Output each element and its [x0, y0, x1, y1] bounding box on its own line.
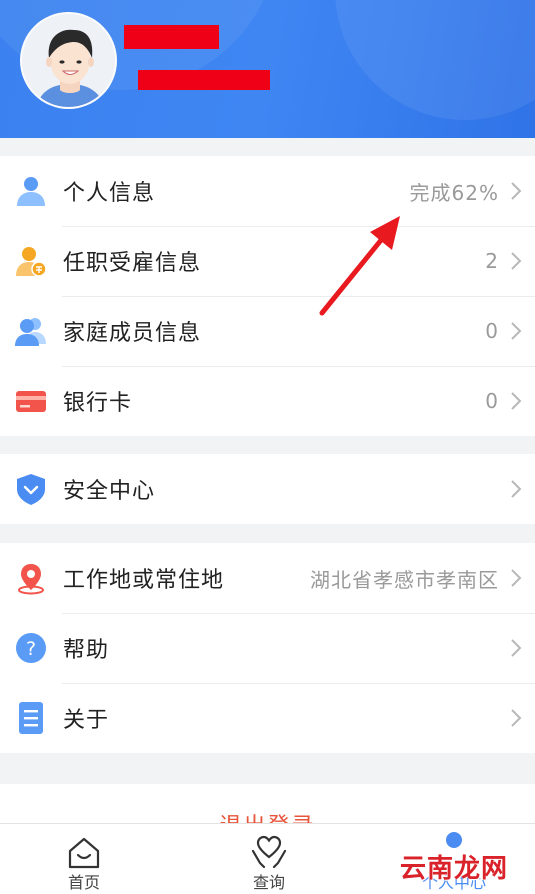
menu-item-about[interactable]: 关于 — [0, 683, 535, 753]
menu-group-security: 安全中心 — [0, 454, 535, 524]
tab-home[interactable]: 首页 — [24, 824, 144, 894]
tab-label: 首页 — [67, 873, 100, 892]
profile-header — [0, 0, 535, 138]
shield-icon — [14, 472, 48, 506]
help-icon: ? — [14, 631, 48, 665]
menu-item-label: 工作地或常住地 — [63, 568, 225, 593]
svg-text:?: ? — [26, 638, 36, 660]
menu-item-security-center[interactable]: 安全中心 — [0, 454, 535, 524]
document-icon — [14, 701, 48, 735]
annotation-arrow — [319, 216, 400, 316]
menu-item-label: 银行卡 — [63, 391, 133, 416]
header-decoration — [335, 0, 535, 120]
chevron-right-icon — [509, 251, 523, 271]
location-value: 湖北省孝感市孝南区 — [310, 567, 499, 592]
menu-item-family-members[interactable]: 家庭成员信息 0 — [0, 296, 535, 366]
menu-item-help[interactable]: ? 帮助 — [0, 613, 535, 683]
count-value: 0 — [485, 389, 499, 413]
menu-item-label: 个人信息 — [63, 181, 156, 206]
family-members-icon — [14, 314, 48, 348]
chevron-right-icon — [509, 568, 523, 588]
menu-item-work-location[interactable]: 工作地或常住地 湖北省孝感市孝南区 — [0, 543, 535, 613]
completion-value: 完成62% — [409, 180, 499, 205]
employment-person-icon — [14, 244, 48, 278]
menu-item-label: 关于 — [63, 708, 110, 733]
location-pin-icon — [14, 561, 48, 595]
menu-item-bank-card[interactable]: 银行卡 0 — [0, 366, 535, 436]
person-icon — [14, 174, 48, 208]
chevron-right-icon — [509, 321, 523, 341]
chevron-right-icon — [509, 638, 523, 658]
menu-item-employment-info[interactable]: 任职受雇信息 2 — [0, 226, 535, 296]
avatar[interactable] — [20, 12, 117, 109]
chevron-right-icon — [509, 479, 523, 499]
menu-group-info: 个人信息 完成62% 任职受雇信息 2 家庭成员信息 0 银行卡 0 — [0, 156, 535, 436]
tab-query[interactable]: 查询 — [209, 824, 329, 894]
menu-item-personal-info[interactable]: 个人信息 完成62% — [0, 156, 535, 226]
chevron-right-icon — [509, 391, 523, 411]
chevron-right-icon — [509, 708, 523, 728]
redacted-name — [124, 25, 219, 49]
watermark-logo: 云南龙网 — [400, 854, 509, 884]
tab-label: 查询 — [252, 873, 285, 892]
redacted-id — [138, 70, 270, 90]
bank-card-icon — [14, 384, 48, 418]
menu-group-other: 工作地或常住地 湖北省孝感市孝南区 ? 帮助 关于 — [0, 543, 535, 753]
home-icon — [68, 837, 100, 869]
menu-item-label: 家庭成员信息 — [63, 321, 202, 346]
menu-item-label: 安全中心 — [63, 479, 156, 504]
menu-item-label: 帮助 — [63, 638, 110, 663]
chevron-right-icon — [509, 181, 523, 201]
count-value: 0 — [485, 319, 499, 343]
heart-hands-icon — [251, 835, 287, 869]
menu-item-label: 任职受雇信息 — [63, 251, 202, 276]
count-value: 2 — [485, 249, 499, 273]
